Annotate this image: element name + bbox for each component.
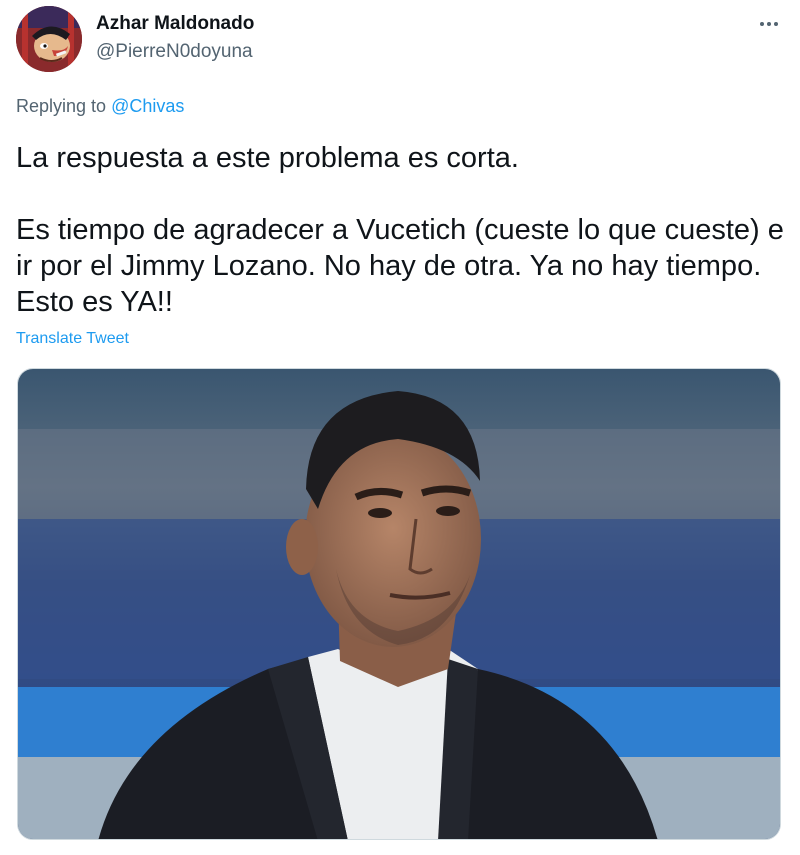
avatar[interactable] (16, 6, 82, 72)
tweet-text: La respuesta a este problema es corta. E… (16, 140, 786, 320)
more-icon (760, 22, 764, 26)
tweet-paragraph-1: La respuesta a este problema es corta. (16, 142, 519, 174)
replying-to: Replying to @Chivas (16, 96, 184, 117)
reply-mention-link[interactable]: @Chivas (111, 96, 184, 116)
author-display-name[interactable]: Azhar Maldonado (96, 13, 254, 35)
tweet-media-photo[interactable] (17, 368, 781, 840)
tweet-paragraph-2: Es tiempo de agradecer a Vucetich (cuest… (16, 214, 784, 318)
tweet-card: Azhar Maldonado @PierreN0doyuna Replying… (0, 0, 800, 855)
cartoon-avatar-icon (16, 6, 82, 72)
translate-tweet-link[interactable]: Translate Tweet (16, 330, 129, 348)
replying-prefix: Replying to (16, 96, 107, 116)
photo-image (18, 369, 780, 839)
more-options-button[interactable] (752, 10, 786, 38)
author-handle[interactable]: @PierreN0doyuna (96, 41, 253, 63)
